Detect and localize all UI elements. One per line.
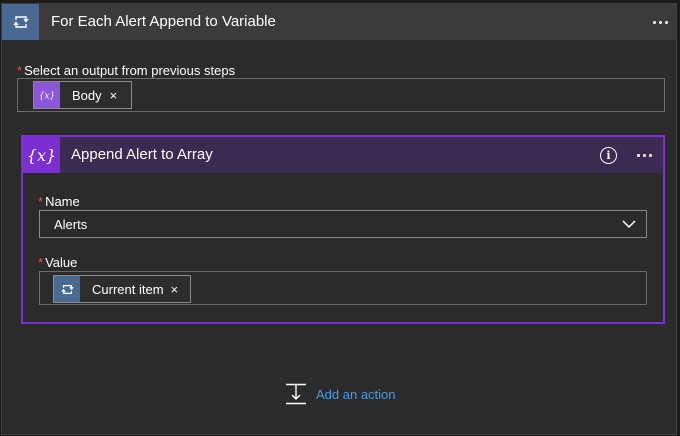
- required-marker: *: [38, 194, 44, 209]
- insert-step-icon: [286, 383, 306, 405]
- chevron-down-icon: [622, 220, 636, 229]
- body-token[interactable]: {x} Body ×: [33, 81, 132, 109]
- foreach-more-options-icon[interactable]: [649, 12, 671, 32]
- output-field[interactable]: {x} Body ×: [17, 78, 665, 112]
- current-item-token-label: Current item: [92, 281, 164, 297]
- required-marker: *: [17, 63, 23, 78]
- name-dropdown[interactable]: Alerts: [39, 210, 647, 238]
- append-action-card: {x} Append Alert to Array i * Name Alerts…: [21, 135, 665, 324]
- info-icon[interactable]: i: [600, 147, 617, 164]
- loop-icon: [54, 276, 80, 302]
- variable-icon: {x}: [23, 137, 60, 173]
- output-field-label-text: Select an output from previous steps: [24, 63, 236, 78]
- add-action-label: Add an action: [316, 386, 396, 402]
- foreach-card: For Each Alert Append to Variable * Selec…: [1, 3, 677, 435]
- expression-icon: {x}: [34, 82, 60, 108]
- foreach-title: For Each Alert Append to Variable: [51, 13, 276, 30]
- required-marker: *: [38, 255, 44, 270]
- body-token-remove-icon[interactable]: ×: [110, 88, 118, 103]
- svg-text:{x}: {x}: [40, 92, 54, 102]
- value-field[interactable]: Current item ×: [39, 271, 647, 305]
- output-field-label: * Select an output from previous steps: [17, 63, 235, 78]
- append-action-header[interactable]: {x} Append Alert to Array i: [23, 137, 663, 173]
- current-item-token-remove-icon[interactable]: ×: [171, 282, 179, 297]
- loop-icon: [2, 4, 39, 40]
- name-dropdown-value: Alerts: [54, 217, 88, 232]
- append-action-title: Append Alert to Array: [71, 146, 213, 163]
- current-item-token[interactable]: Current item ×: [53, 275, 191, 303]
- body-token-label: Body: [72, 87, 102, 103]
- name-field-label-text: Name: [45, 194, 80, 209]
- add-action-button[interactable]: Add an action: [284, 381, 396, 407]
- append-more-options-icon[interactable]: [633, 145, 655, 165]
- foreach-header[interactable]: For Each Alert Append to Variable: [2, 4, 676, 40]
- value-field-label-text: Value: [45, 255, 78, 270]
- value-field-label: * Value: [38, 255, 77, 270]
- name-field-label: * Name: [38, 194, 80, 209]
